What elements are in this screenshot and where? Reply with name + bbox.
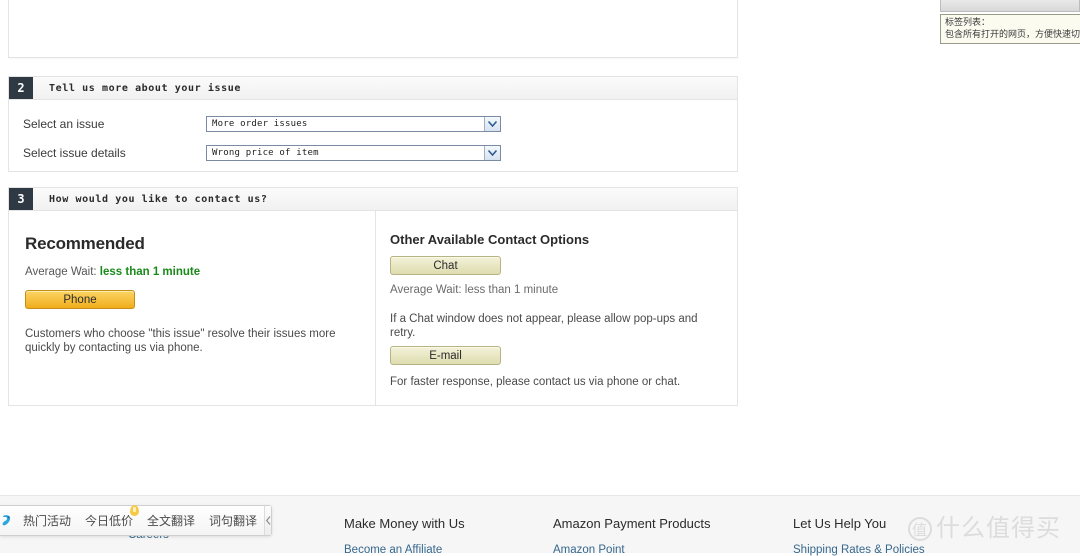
email-button[interactable]: E-mail bbox=[390, 346, 501, 365]
recommended-wait-label: Average Wait: bbox=[25, 266, 97, 278]
section-3-number: 3 bbox=[9, 188, 33, 210]
form-row-select-issue-details: Select issue details Wrong price of item bbox=[9, 142, 737, 164]
chevron-down-icon[interactable] bbox=[484, 117, 500, 131]
chat-wait-text: Average Wait: less than 1 minute bbox=[390, 284, 559, 296]
toolbar-item-hot-activities[interactable]: 热门活动 bbox=[16, 512, 78, 529]
footer-column-heading: Make Money with Us bbox=[344, 516, 465, 531]
select-issue-value: More order issues bbox=[212, 119, 308, 129]
recommended-note: Customers who choose "this issue" resolv… bbox=[25, 328, 336, 354]
page-canvas: 2 Tell us more about your issue Select a… bbox=[0, 0, 1080, 556]
select-issue-label: Select an issue bbox=[23, 117, 105, 131]
watermark-mark: 值 bbox=[908, 517, 932, 541]
chat-button[interactable]: Chat bbox=[390, 256, 501, 275]
email-note: For faster response, please contact us v… bbox=[390, 376, 681, 388]
section-2-header: 2 Tell us more about your issue bbox=[9, 77, 737, 100]
lightbulb-badge-icon bbox=[130, 505, 140, 516]
watermark: 值什么值得买 bbox=[908, 508, 1061, 543]
toolbar-item-daily-low-price[interactable]: 今日低价 bbox=[78, 505, 140, 529]
footer-link-shipping-rates-policies[interactable]: Shipping Rates & Policies bbox=[793, 544, 925, 556]
select-issue-dropdown[interactable]: More order issues bbox=[206, 116, 501, 132]
toolbar-item-full-text-translate[interactable]: 全文翻译 bbox=[140, 512, 202, 529]
toolbar-item-phrase-translate[interactable]: 词句翻译 bbox=[202, 512, 264, 529]
recommended-wait-line: Average Wait: less than 1 minute bbox=[25, 266, 353, 278]
form-row-select-issue: Select an issue More order issues bbox=[9, 113, 737, 135]
recommended-heading: Recommended bbox=[25, 234, 145, 253]
section-2-number: 2 bbox=[9, 77, 33, 99]
recommended-wait-value: less than 1 minute bbox=[99, 266, 201, 278]
footer-column: Amazon Payment Products Amazon Point bbox=[553, 516, 711, 556]
tooltip-line-1: 标签列表： bbox=[945, 18, 991, 28]
select-issue-details-value: Wrong price of item bbox=[212, 148, 319, 158]
browser-assistant-toolbar[interactable]: 热门活动 今日低价 全文翻译 词句翻译 bbox=[0, 505, 272, 536]
recommended-column: Recommended Average Wait: less than 1 mi… bbox=[9, 210, 376, 406]
section-1-panel bbox=[8, 0, 738, 58]
footer-link-become-an-affiliate[interactable]: Become an Affiliate bbox=[344, 544, 465, 556]
footer-column: Let Us Help You Shipping Rates & Policie… bbox=[793, 516, 925, 556]
watermark-text: 什么值得买 bbox=[936, 514, 1061, 542]
other-options-heading: Other Available Contact Options bbox=[390, 232, 590, 247]
section-2-body: Select an issue More order issues Select… bbox=[9, 99, 737, 161]
section-2-title: Tell us more about your issue bbox=[49, 82, 241, 94]
tab-list-tooltip: 标签列表： 包含所有打开的网页，方便快速切 bbox=[940, 14, 1080, 44]
tab-list-bar[interactable] bbox=[940, 0, 1080, 12]
section-3-panel: 3 How would you like to contact us? Reco… bbox=[8, 187, 738, 406]
footer-column-heading: Let Us Help You bbox=[793, 516, 887, 531]
footer-column-heading: Amazon Payment Products bbox=[553, 516, 711, 531]
select-issue-details-dropdown[interactable]: Wrong price of item bbox=[206, 145, 501, 161]
chevron-left-icon[interactable] bbox=[264, 506, 271, 535]
section-3-body: Recommended Average Wait: less than 1 mi… bbox=[9, 210, 737, 406]
section-3-header: 3 How would you like to contact us? bbox=[9, 188, 737, 211]
section-2-panel: 2 Tell us more about your issue Select a… bbox=[8, 76, 738, 172]
tooltip-line-2: 包含所有打开的网页，方便快速切 bbox=[945, 30, 1080, 40]
footer-link-amazon-point[interactable]: Amazon Point bbox=[553, 544, 711, 556]
select-issue-details-label: Select issue details bbox=[23, 146, 126, 160]
browser-assistant-icon[interactable] bbox=[0, 513, 16, 529]
footer-column: Make Money with Us Become an Affiliate bbox=[344, 516, 465, 556]
phone-button[interactable]: Phone bbox=[25, 290, 135, 309]
chevron-down-icon[interactable] bbox=[484, 146, 500, 160]
other-contact-options-column: Other Available Contact Options Chat Ave… bbox=[376, 210, 737, 406]
section-3-title: How would you like to contact us? bbox=[49, 193, 268, 205]
chat-popup-note: If a Chat window does not appear, please… bbox=[390, 313, 698, 339]
